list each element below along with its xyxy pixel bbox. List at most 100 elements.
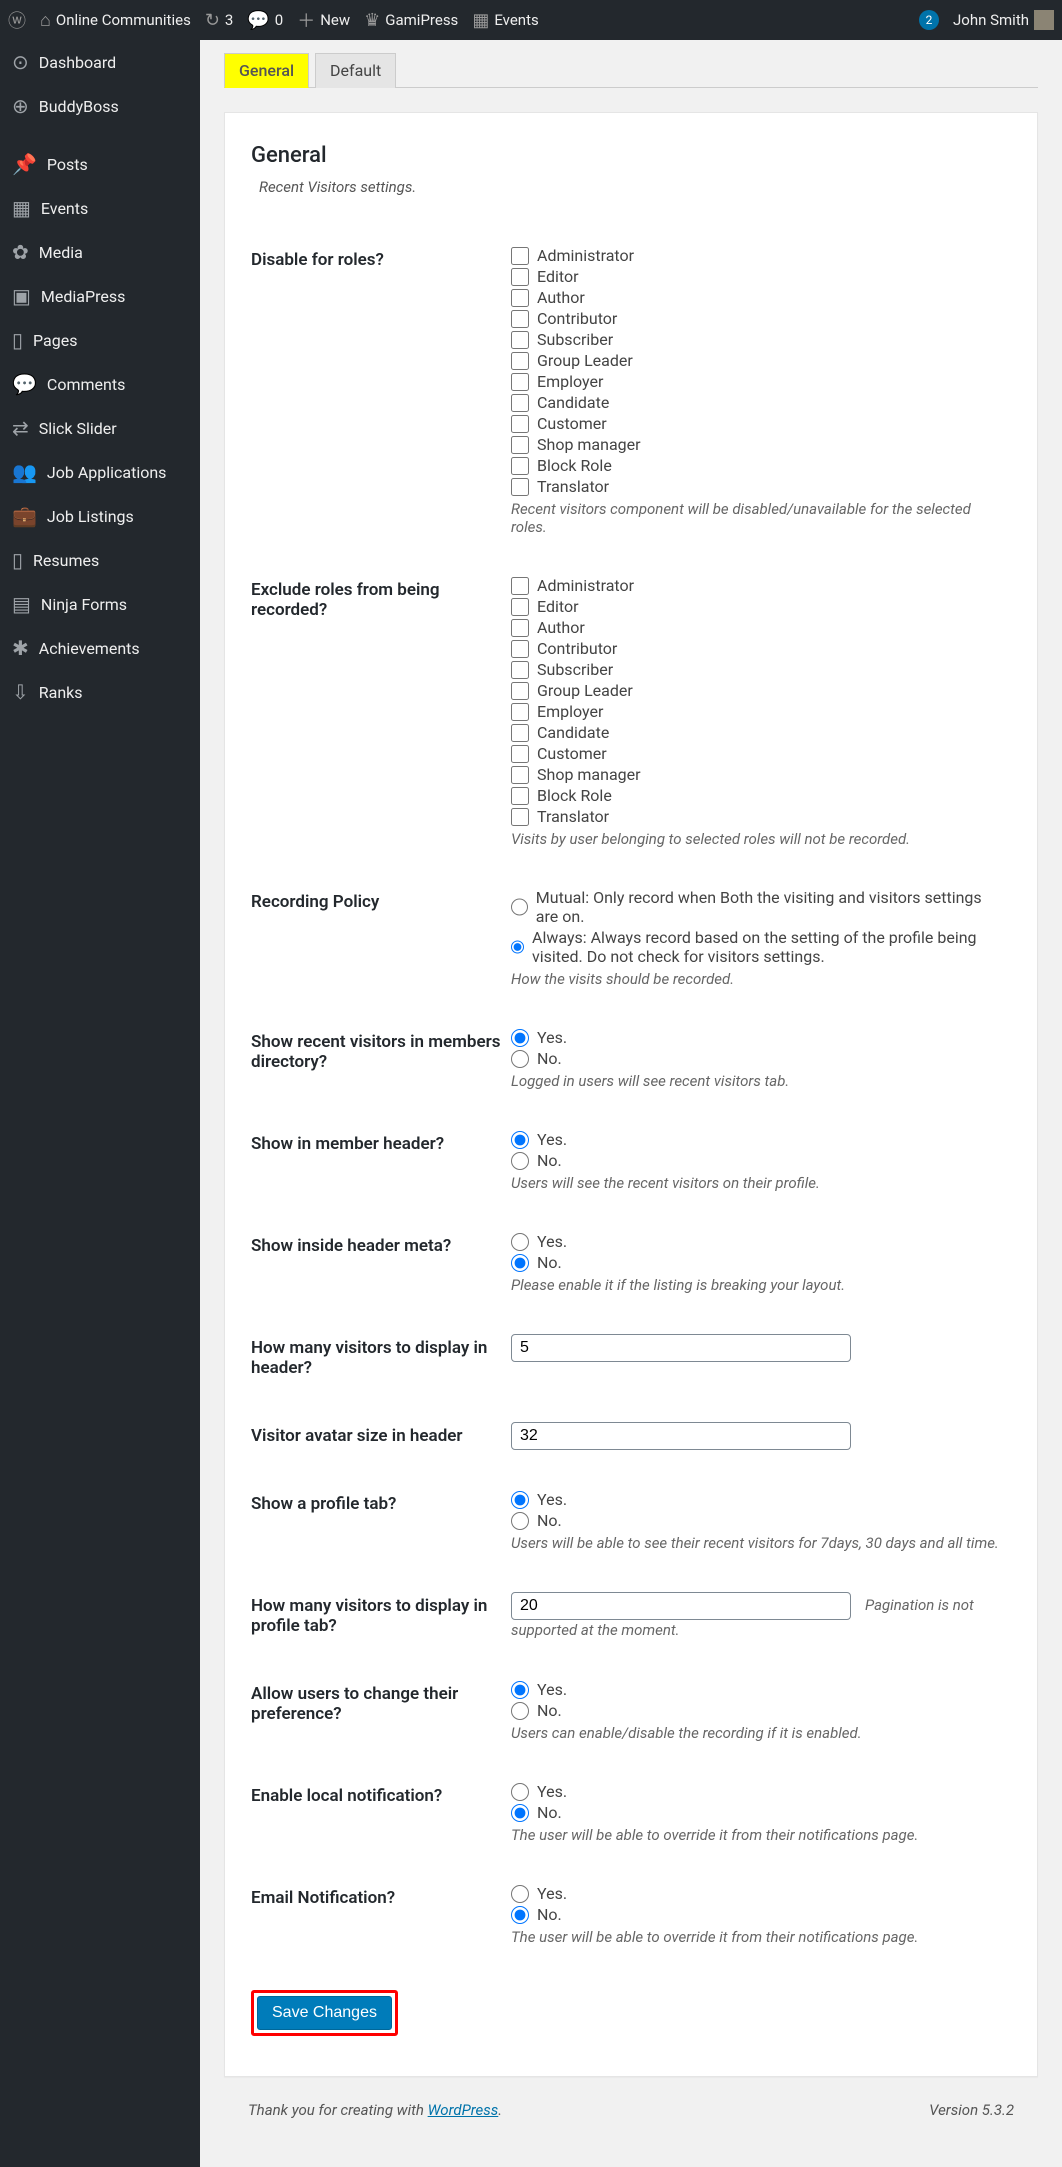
radio-input[interactable]: [511, 1702, 529, 1720]
save-button[interactable]: Save Changes: [257, 1996, 392, 2030]
sidebar-item-jobapps[interactable]: 👥Job Applications: [0, 450, 200, 494]
radio-yes[interactable]: Yes.: [511, 1680, 1001, 1699]
radio-input[interactable]: [511, 1906, 529, 1924]
sidebar-item-resumes[interactable]: ▯Resumes: [0, 538, 200, 582]
checkbox-input[interactable]: [511, 352, 529, 370]
role-checkbox[interactable]: Candidate: [511, 723, 1001, 742]
role-checkbox[interactable]: Group Leader: [511, 681, 1001, 700]
sidebar-item-pages[interactable]: ▯Pages: [0, 318, 200, 362]
wp-logo[interactable]: ⓦ: [8, 7, 26, 33]
radio-input[interactable]: [511, 1131, 529, 1149]
checkbox-input[interactable]: [511, 457, 529, 475]
checkbox-input[interactable]: [511, 682, 529, 700]
tab-general[interactable]: General: [224, 53, 309, 88]
checkbox-input[interactable]: [511, 289, 529, 307]
checkbox-input[interactable]: [511, 310, 529, 328]
checkbox-input[interactable]: [511, 808, 529, 826]
checkbox-input[interactable]: [511, 373, 529, 391]
role-checkbox[interactable]: Group Leader: [511, 351, 1001, 370]
checkbox-input[interactable]: [511, 619, 529, 637]
role-checkbox[interactable]: Editor: [511, 597, 1001, 616]
role-checkbox[interactable]: Contributor: [511, 309, 1001, 328]
role-checkbox[interactable]: Shop manager: [511, 435, 1001, 454]
sidebar-item-comments[interactable]: 💬Comments: [0, 362, 200, 406]
role-checkbox[interactable]: Shop manager: [511, 765, 1001, 784]
role-checkbox[interactable]: Employer: [511, 702, 1001, 721]
sidebar-item-buddyboss[interactable]: ⊕BuddyBoss: [0, 84, 200, 128]
role-checkbox[interactable]: Administrator: [511, 576, 1001, 595]
radio-no[interactable]: No.: [511, 1049, 1001, 1068]
checkbox-input[interactable]: [511, 415, 529, 433]
notifications-badge[interactable]: 2: [919, 10, 939, 30]
new-link[interactable]: ＋New: [297, 7, 350, 33]
checkbox-input[interactable]: [511, 268, 529, 286]
tab-default[interactable]: Default: [315, 53, 396, 88]
comments-link[interactable]: 💬0: [247, 10, 283, 31]
sidebar-item-media[interactable]: ✿Media: [0, 230, 200, 274]
role-checkbox[interactable]: Subscriber: [511, 660, 1001, 679]
radio-no[interactable]: No.: [511, 1511, 1001, 1530]
radio-yes[interactable]: Yes.: [511, 1884, 1001, 1903]
role-checkbox[interactable]: Subscriber: [511, 330, 1001, 349]
radio-input[interactable]: [511, 1029, 529, 1047]
radio-input[interactable]: [511, 938, 524, 956]
radio-yes[interactable]: Yes.: [511, 1782, 1001, 1801]
role-checkbox[interactable]: Block Role: [511, 456, 1001, 475]
radio-no[interactable]: No.: [511, 1803, 1001, 1822]
checkbox-input[interactable]: [511, 745, 529, 763]
visitors-tab-count-input[interactable]: [511, 1592, 851, 1620]
checkbox-input[interactable]: [511, 394, 529, 412]
role-checkbox[interactable]: Block Role: [511, 786, 1001, 805]
sidebar-item-slickslider[interactable]: ⇄Slick Slider: [0, 406, 200, 450]
radio-yes[interactable]: Yes.: [511, 1130, 1001, 1149]
radio-input[interactable]: [511, 1152, 529, 1170]
role-checkbox[interactable]: Employer: [511, 372, 1001, 391]
radio-no[interactable]: No.: [511, 1701, 1001, 1720]
radio-yes[interactable]: Yes.: [511, 1490, 1001, 1509]
radio-no[interactable]: No.: [511, 1905, 1001, 1924]
role-checkbox[interactable]: Customer: [511, 744, 1001, 763]
checkbox-input[interactable]: [511, 577, 529, 595]
checkbox-input[interactable]: [511, 331, 529, 349]
checkbox-input[interactable]: [511, 436, 529, 454]
sidebar-item-ninjaforms[interactable]: ▤Ninja Forms: [0, 582, 200, 626]
sidebar-item-dashboard[interactable]: ⊙Dashboard: [0, 40, 200, 84]
role-checkbox[interactable]: Editor: [511, 267, 1001, 286]
radio-input[interactable]: [511, 1885, 529, 1903]
sidebar-item-ranks[interactable]: ⇩Ranks: [0, 670, 200, 714]
site-link[interactable]: ⌂Online Communities: [40, 10, 191, 31]
sidebar-item-posts[interactable]: 📌Posts: [0, 142, 200, 186]
sidebar-item-mediapress[interactable]: ▣MediaPress: [0, 274, 200, 318]
checkbox-input[interactable]: [511, 724, 529, 742]
events-link[interactable]: ▦Events: [472, 10, 538, 31]
role-checkbox[interactable]: Author: [511, 618, 1001, 637]
gamipress-link[interactable]: ♛GamiPress: [364, 10, 458, 31]
radio-yes[interactable]: Yes.: [511, 1232, 1001, 1251]
visitors-header-count-input[interactable]: [511, 1334, 851, 1362]
radio-policy-always[interactable]: Always: Always record based on the setti…: [511, 928, 1001, 966]
checkbox-input[interactable]: [511, 661, 529, 679]
radio-input[interactable]: [511, 898, 528, 916]
sidebar-item-joblistings[interactable]: 💼Job Listings: [0, 494, 200, 538]
role-checkbox[interactable]: Translator: [511, 807, 1001, 826]
radio-input[interactable]: [511, 1233, 529, 1251]
role-checkbox[interactable]: Customer: [511, 414, 1001, 433]
radio-input[interactable]: [511, 1050, 529, 1068]
radio-input[interactable]: [511, 1491, 529, 1509]
radio-yes[interactable]: Yes.: [511, 1028, 1001, 1047]
radio-input[interactable]: [511, 1681, 529, 1699]
radio-input[interactable]: [511, 1512, 529, 1530]
role-checkbox[interactable]: Administrator: [511, 246, 1001, 265]
role-checkbox[interactable]: Author: [511, 288, 1001, 307]
checkbox-input[interactable]: [511, 247, 529, 265]
checkbox-input[interactable]: [511, 703, 529, 721]
role-checkbox[interactable]: Candidate: [511, 393, 1001, 412]
sidebar-item-events[interactable]: ▦Events: [0, 186, 200, 230]
user-menu[interactable]: John Smith: [953, 10, 1054, 30]
role-checkbox[interactable]: Contributor: [511, 639, 1001, 658]
radio-input[interactable]: [511, 1804, 529, 1822]
radio-no[interactable]: No.: [511, 1253, 1001, 1272]
wordpress-link[interactable]: WordPress: [428, 2101, 499, 2119]
checkbox-input[interactable]: [511, 640, 529, 658]
avatar-size-input[interactable]: [511, 1422, 851, 1450]
